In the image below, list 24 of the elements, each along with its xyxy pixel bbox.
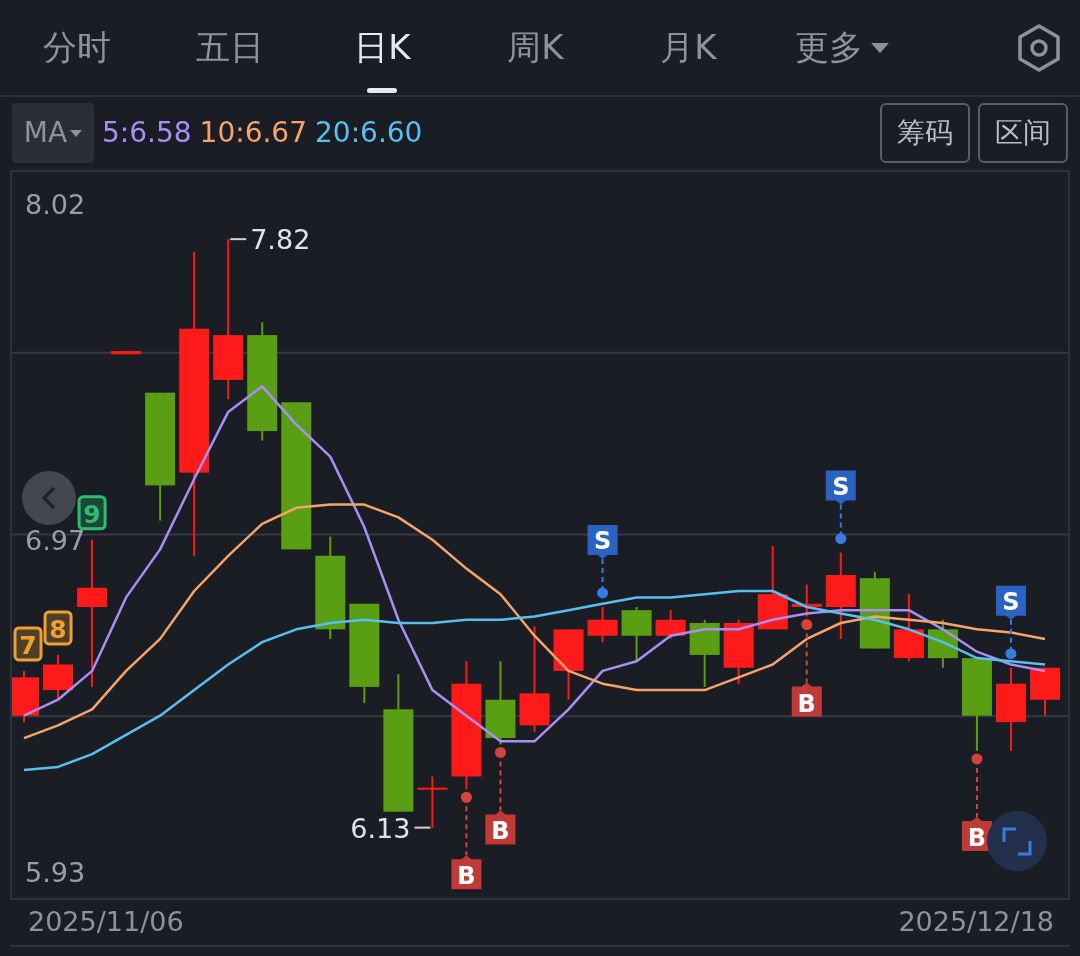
high-price-label: 7.82	[229, 224, 311, 256]
tab[interactable]: 更多	[765, 0, 918, 95]
indicator-dropdown[interactable]: MA	[12, 103, 94, 163]
count-marker: 9	[77, 495, 107, 531]
tab[interactable]: 分时	[0, 0, 153, 95]
tool-button[interactable]: 筹码	[880, 103, 970, 163]
fullscreen-button[interactable]	[987, 811, 1047, 871]
ma-value: 10:6.67	[199, 115, 307, 151]
tab[interactable]: 周K	[459, 0, 612, 95]
date-label: 2025/12/18	[898, 905, 1054, 940]
date-label: 2025/11/06	[28, 905, 184, 940]
tool-button[interactable]: 区间	[978, 103, 1068, 163]
caret-icon	[70, 129, 83, 137]
settings-icon[interactable]	[1016, 22, 1062, 73]
count-marker: 7	[13, 626, 43, 662]
tab[interactable]: 月K	[612, 0, 765, 95]
tab[interactable]: 日K	[306, 0, 459, 95]
ma-value: 5:6.58	[102, 115, 192, 151]
count-marker: 8	[43, 610, 73, 646]
low-price-label: 6.13	[350, 812, 432, 844]
ma-value: 20:6.60	[315, 115, 423, 151]
axis-label: 8.02	[25, 188, 86, 220]
axis-label: 5.93	[25, 857, 86, 889]
tab[interactable]: 五日	[153, 0, 306, 95]
